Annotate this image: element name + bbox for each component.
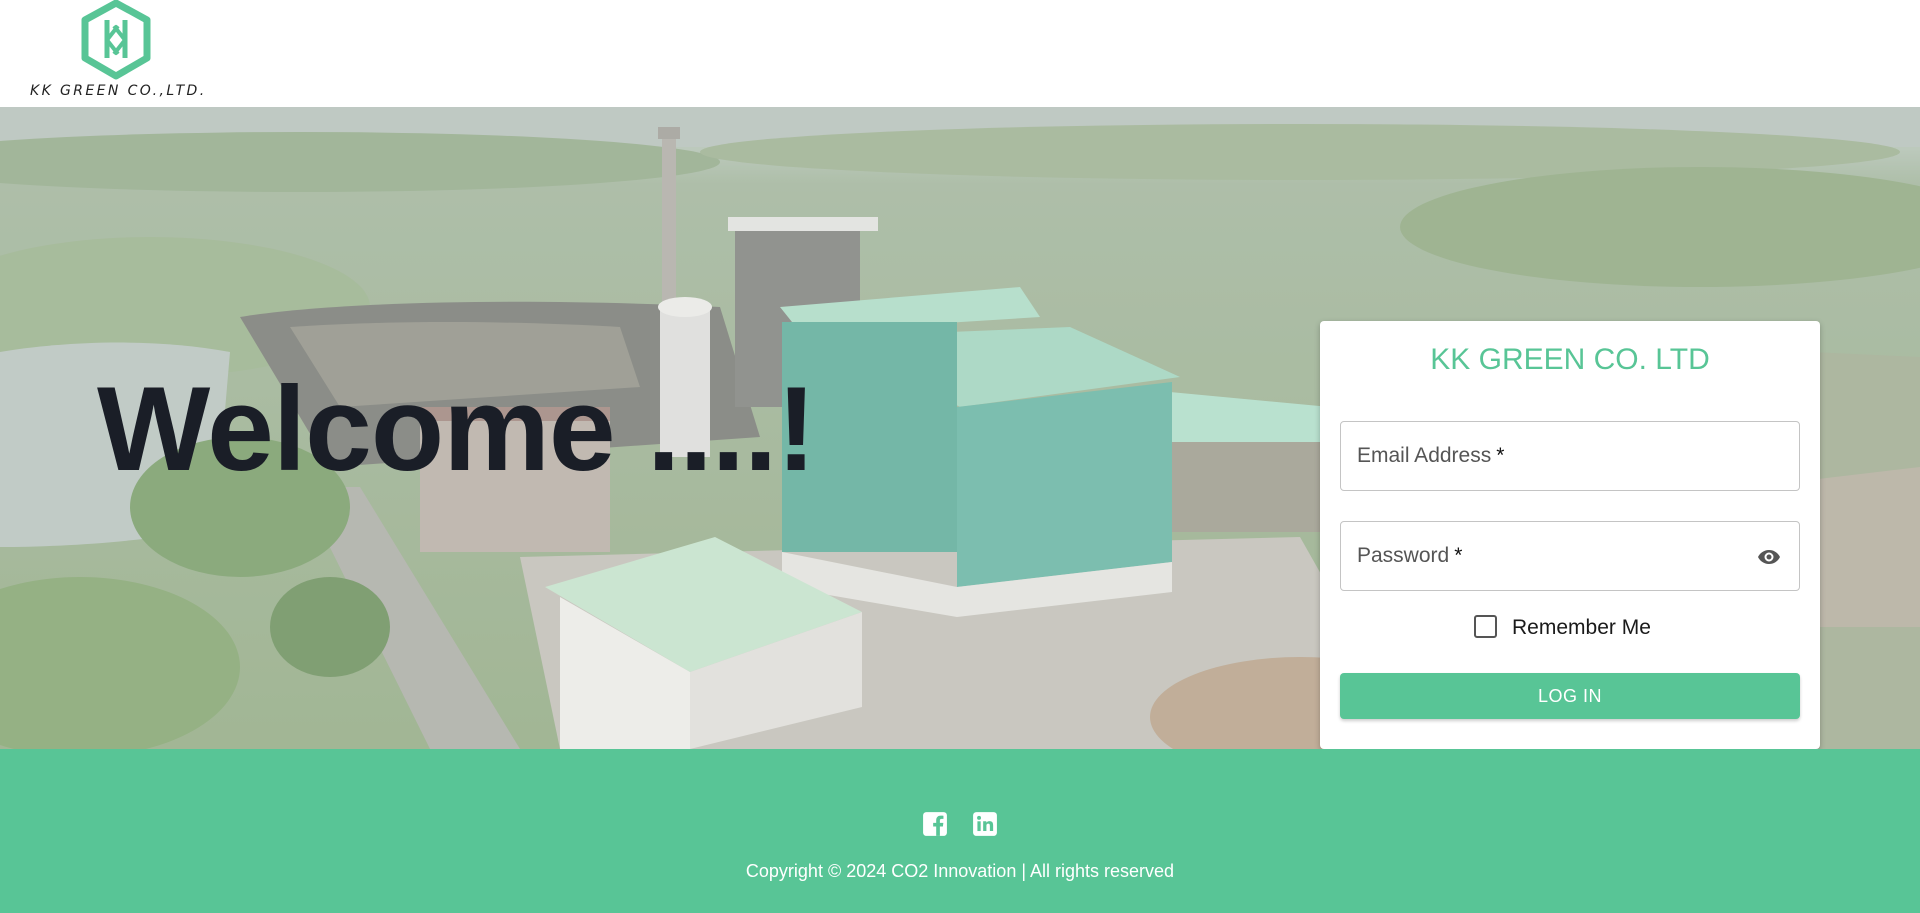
password-field[interactable]: Password * <box>1340 521 1800 591</box>
login-button[interactable]: LOG IN <box>1340 673 1800 719</box>
welcome-heading: Welcome ....! <box>97 362 816 496</box>
login-card: KK GREEN CO. LTD Email Address * Password… <box>1320 321 1820 749</box>
email-field[interactable]: Email Address * <box>1340 421 1800 491</box>
site-footer: Copyright © 2024 CO2 Innovation | All ri… <box>0 749 1920 913</box>
email-input[interactable] <box>1341 422 1799 490</box>
site-header: KK GREEN CO.,LTD. <box>0 0 1920 107</box>
hero-section: Welcome ....! KK GREEN CO. LTD Email Add… <box>0 107 1920 749</box>
logo-mark-icon <box>81 0 151 80</box>
facebook-icon[interactable] <box>922 811 948 837</box>
eye-icon[interactable] <box>1755 545 1783 569</box>
remember-me-checkbox[interactable] <box>1474 615 1497 638</box>
password-input[interactable] <box>1341 522 1799 590</box>
linkedin-icon[interactable] <box>972 811 998 837</box>
remember-me-label: Remember Me <box>1512 616 1651 639</box>
login-title: KK GREEN CO. LTD <box>1430 343 1710 376</box>
copyright-text: Copyright © 2024 CO2 Innovation | All ri… <box>745 861 1175 881</box>
logo-text: KK GREEN CO.,LTD. <box>30 83 207 99</box>
company-logo[interactable]: KK GREEN CO.,LTD. <box>30 0 210 100</box>
